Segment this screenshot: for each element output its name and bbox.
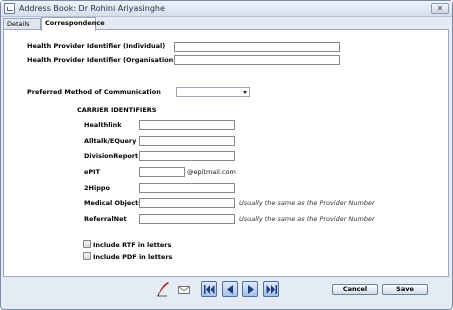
include-rtf-label: Include RTF in letters <box>93 241 172 249</box>
tab-correspondence[interactable]: Correspondence <box>41 17 105 31</box>
communication-label: Preferred Method of Communication <box>27 88 161 96</box>
provider-individual-label: Health Provider Identifier (Individual) <box>27 42 166 50</box>
footer-bar: Cancel Save <box>1 278 452 309</box>
carrier-medicalobjects-label: Medical Objects <box>84 199 143 207</box>
cancel-button[interactable]: Cancel <box>332 284 378 295</box>
carrier-divisionreport-input[interactable] <box>139 151 235 161</box>
carrier-healthlink-label: Healthlink <box>84 121 122 129</box>
carrier-2hippo-label: 2Hippo <box>84 184 110 192</box>
carrier-epit-input[interactable] <box>139 167 185 177</box>
chevron-down-icon <box>243 91 247 94</box>
next-record-button[interactable] <box>242 281 258 297</box>
first-record-button[interactable] <box>201 281 217 297</box>
carrier-referralnet-input[interactable] <box>139 214 235 224</box>
carrier-alltalk-label: Alltalk/EQuery <box>84 137 137 145</box>
communication-select[interactable] <box>176 87 250 97</box>
save-button[interactable]: Save <box>382 284 428 295</box>
carrier-epit-suffix: @epitmail.com <box>187 168 236 176</box>
last-record-icon <box>266 285 277 294</box>
provider-organisation-input[interactable] <box>174 55 340 65</box>
carrier-referralnet-hint: Usually the same as the Provider Number <box>239 215 375 223</box>
include-rtf-checkbox[interactable] <box>83 240 91 248</box>
address-book-window: Address Book: Dr Rohini Ariyasinghe ✕ De… <box>0 0 453 310</box>
close-button[interactable]: ✕ <box>431 3 449 14</box>
first-record-icon <box>204 285 215 294</box>
correspondence-panel: Health Provider Identifier (Individual) … <box>3 29 449 277</box>
close-icon: ✕ <box>436 4 444 13</box>
carrier-healthlink-input[interactable] <box>139 120 235 130</box>
carrier-medicalobjects-input[interactable] <box>139 198 235 208</box>
envelope-icon[interactable] <box>178 286 190 294</box>
provider-organisation-label: Health Provider Identifier (Organisation… <box>27 56 177 64</box>
address-book-icon <box>4 3 15 14</box>
carrier-heading: CARRIER IDENTIFIERS <box>77 106 157 114</box>
include-pdf-label: Include PDF in letters <box>93 253 173 261</box>
carrier-referralnet-label: ReferralNet <box>84 215 127 223</box>
previous-record-icon <box>227 285 233 294</box>
window-title: Address Book: Dr Rohini Ariyasinghe <box>19 4 165 13</box>
carrier-2hippo-input[interactable] <box>139 183 235 193</box>
quill-pen-icon[interactable] <box>155 281 171 297</box>
previous-record-button[interactable] <box>222 281 238 297</box>
carrier-divisionreport-label: DivisionReport <box>84 152 139 160</box>
include-pdf-checkbox[interactable] <box>83 252 91 260</box>
title-bar: Address Book: Dr Rohini Ariyasinghe ✕ <box>1 1 452 17</box>
provider-individual-input[interactable] <box>174 42 340 52</box>
last-record-button[interactable] <box>263 281 279 297</box>
next-record-icon <box>248 285 254 294</box>
carrier-alltalk-input[interactable] <box>139 136 235 146</box>
carrier-epit-label: ePIT <box>84 168 101 176</box>
carrier-medicalobjects-hint: Usually the same as the Provider Number <box>239 199 375 207</box>
